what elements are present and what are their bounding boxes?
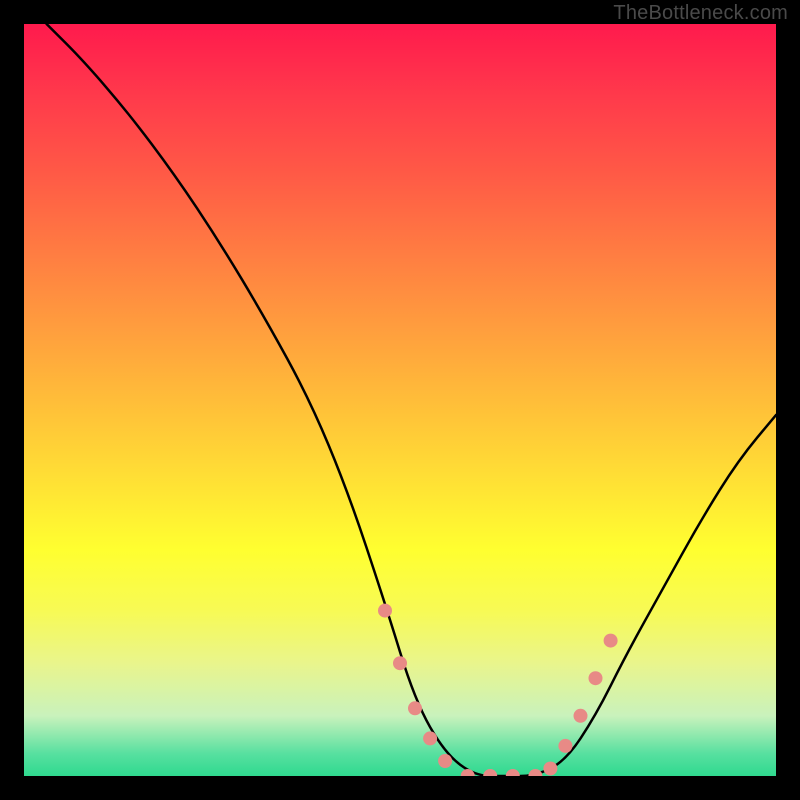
valley-marker [528, 769, 542, 776]
valley-marker [558, 739, 572, 753]
valley-marker [461, 769, 475, 776]
bottleneck-curve-path [47, 24, 776, 776]
valley-marker [483, 769, 497, 776]
valley-marker [393, 656, 407, 670]
watermark-text: TheBottleneck.com [613, 2, 788, 25]
valley-marker [506, 769, 520, 776]
bottleneck-curve-svg [24, 24, 776, 776]
valley-marker [589, 671, 603, 685]
valley-marker [438, 754, 452, 768]
chart-frame: TheBottleneck.com [0, 0, 800, 800]
valley-marker [574, 709, 588, 723]
valley-marker [543, 762, 557, 776]
valley-marker [408, 701, 422, 715]
valley-marker [604, 634, 618, 648]
valley-marker [423, 731, 437, 745]
plot-area [24, 24, 776, 776]
valley-marker [378, 604, 392, 618]
